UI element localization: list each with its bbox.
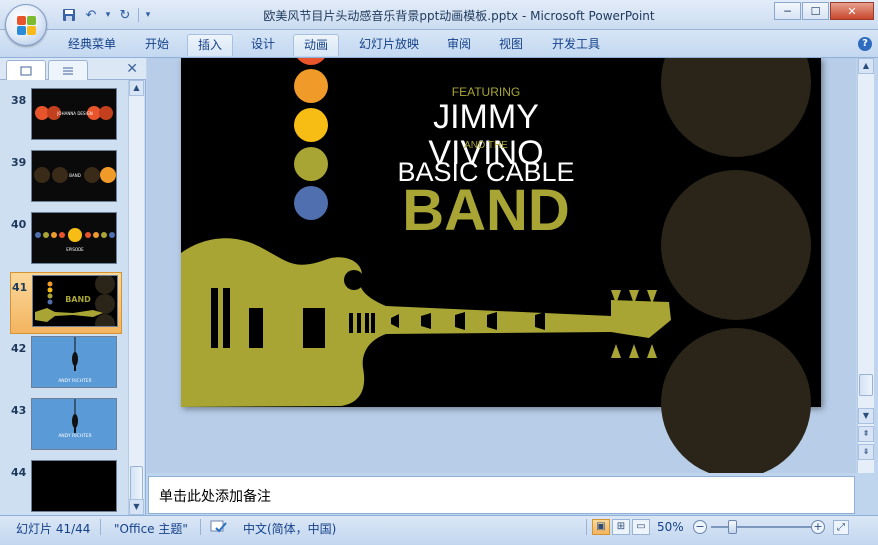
- thumbnail-caption: ANDY RICHTER: [58, 433, 92, 439]
- slide-counter: 幻灯片 41/44: [16, 522, 91, 536]
- status-divider: [200, 519, 201, 535]
- thumbnail-image: [31, 460, 117, 512]
- thumbnail-caption: EPISODE: [66, 247, 84, 252]
- scroll-up-arrow-icon[interactable]: ▲: [858, 58, 874, 74]
- office-button[interactable]: [5, 4, 47, 46]
- dark-circle: [661, 170, 811, 320]
- guitar-graphic: [181, 238, 671, 407]
- slide-number: 42: [11, 342, 27, 355]
- yellow-dot: [294, 108, 328, 142]
- thumbnail-caption: BAND: [65, 295, 91, 304]
- spellcheck-icon[interactable]: [210, 520, 228, 537]
- minimize-button[interactable]: ─: [774, 2, 801, 20]
- previous-slide-icon[interactable]: ⇞: [858, 426, 874, 442]
- dark-circle: [661, 58, 811, 157]
- tab-outline-view[interactable]: [48, 60, 88, 80]
- tab-home[interactable]: 开始: [136, 34, 178, 56]
- thumbnail-image: BAND: [31, 150, 117, 202]
- scroll-down-arrow-icon[interactable]: ▼: [129, 499, 144, 515]
- slide-canvas: FEATURING JIMMY VIVINO AND THE BASIC CAB…: [181, 58, 811, 473]
- slide-sorter-view-icon[interactable]: ⊞: [612, 519, 630, 535]
- slide-thumbnail-selected[interactable]: 41 BAND: [10, 272, 122, 334]
- thumbnail-image: BAND: [32, 275, 118, 327]
- notes-pane[interactable]: 单击此处添加备注: [148, 476, 855, 514]
- slide-number: 43: [11, 404, 27, 417]
- slide-number: 41: [12, 281, 28, 294]
- thumbnail-caption: JOHANNA DESIGN: [56, 111, 92, 116]
- blue-dot: [294, 186, 328, 220]
- orange-dot: [294, 69, 328, 103]
- fit-to-window-icon[interactable]: ⤢: [833, 520, 849, 535]
- olive-dot: [294, 147, 328, 181]
- slides-panel-tabs: ✕: [0, 58, 146, 80]
- slide-number: 44: [11, 466, 27, 479]
- title-bar: ↶ ▾ ↻ ▾ 欧美风节目片头动感音乐背景ppt动画模板.pptx - Micr…: [0, 0, 878, 30]
- slide-thumbnail-list: 38 JOHANNA DESIGN 39 BAND 40 EPISODE 41 …: [0, 80, 128, 515]
- editor-scrollbar[interactable]: ▲ ▼ ⇞ ⇟: [857, 58, 874, 473]
- slide-thumbnail[interactable]: 44: [0, 458, 128, 515]
- zoom-in-button[interactable]: +: [811, 520, 825, 534]
- slides-panel-scrollbar[interactable]: ▲ ▼: [128, 80, 144, 515]
- jimmy-text: JIMMY: [433, 98, 539, 136]
- scroll-thumb[interactable]: [859, 374, 873, 396]
- thumbnail-image: ANDY RICHTER: [31, 336, 117, 388]
- slide-thumbnail[interactable]: 43 ANDY RICHTER: [0, 396, 128, 458]
- zoom-level[interactable]: 50%: [657, 520, 684, 534]
- band-text: BAND: [402, 178, 570, 243]
- slide-thumbnail[interactable]: 42 ANDY RICHTER: [0, 334, 128, 396]
- tab-slides-view[interactable]: [6, 60, 46, 80]
- window-title: 欧美风节目片头动感音乐背景ppt动画模板.pptx - Microsoft Po…: [263, 9, 655, 23]
- thumbnail-image: EPISODE: [31, 212, 117, 264]
- tab-review[interactable]: 审阅: [438, 34, 480, 56]
- dark-circle: [661, 328, 811, 473]
- next-slide-icon[interactable]: ⇟: [858, 444, 874, 460]
- tab-animation[interactable]: 动画: [293, 34, 339, 56]
- tab-developer[interactable]: 开发工具: [544, 34, 608, 56]
- help-icon[interactable]: ?: [858, 37, 872, 51]
- featuring-text: FEATURING: [452, 85, 520, 99]
- outline-icon: [63, 67, 73, 74]
- current-slide[interactable]: FEATURING JIMMY VIVINO AND THE BASIC CAB…: [181, 58, 821, 473]
- zoom-slider-handle[interactable]: [728, 520, 737, 534]
- status-bar: 幻灯片 41/44 "Office 主题" 中文(简体，中国) ▣ ⊞ ▭ 50…: [0, 515, 878, 545]
- tab-classic-menu[interactable]: 经典菜单: [60, 34, 124, 56]
- tab-design[interactable]: 设计: [242, 34, 284, 56]
- zoom-slider-track[interactable]: [711, 526, 811, 528]
- office-logo-icon: [17, 16, 37, 36]
- status-divider: [586, 519, 587, 535]
- slide-thumbnail[interactable]: 38 JOHANNA DESIGN: [0, 86, 128, 148]
- slide-thumbnail[interactable]: 39 BAND: [0, 148, 128, 210]
- thumbnail-image: JOHANNA DESIGN: [31, 88, 117, 140]
- slide-number: 40: [11, 218, 27, 231]
- language-indicator[interactable]: 中文(简体，中国): [243, 520, 336, 537]
- slide-icon: [20, 66, 32, 75]
- thumbnail-image: ANDY RICHTER: [31, 398, 117, 450]
- slide-thumbnail[interactable]: 40 EPISODE: [0, 210, 128, 272]
- tab-insert[interactable]: 插入: [187, 34, 233, 56]
- red-dot: [297, 58, 325, 65]
- close-panel-icon[interactable]: ✕: [126, 61, 138, 77]
- slideshow-view-icon[interactable]: ▭: [632, 519, 650, 535]
- thumbnail-caption: ANDY RICHTER: [58, 378, 92, 384]
- slide-number: 39: [11, 156, 27, 169]
- slides-panel: ✕ 38 JOHANNA DESIGN 39 BAND 40 EPISODE 4…: [0, 58, 146, 515]
- ribbon-tabs: 经典菜单 开始 插入 设计 动画 幻灯片放映 审阅 视图 开发工具 ?: [0, 30, 878, 58]
- status-divider: [100, 519, 101, 535]
- close-button[interactable]: ✕: [830, 2, 874, 20]
- slide-number: 38: [11, 94, 27, 107]
- tab-slideshow[interactable]: 幻灯片放映: [350, 34, 428, 56]
- scroll-up-arrow-icon[interactable]: ▲: [129, 80, 144, 96]
- and-the-text: AND THE: [464, 140, 508, 151]
- scroll-down-arrow-icon[interactable]: ▼: [858, 408, 874, 424]
- theme-name[interactable]: "Office 主题": [114, 520, 188, 537]
- tab-view[interactable]: 视图: [490, 34, 532, 56]
- notes-placeholder: 单击此处添加备注: [159, 489, 271, 505]
- maximize-button[interactable]: ☐: [802, 2, 829, 20]
- window-controls: ─ ☐ ✕: [774, 2, 874, 20]
- slide-editor: FEATURING JIMMY VIVINO AND THE BASIC CAB…: [147, 58, 856, 473]
- zoom-out-button[interactable]: −: [693, 520, 707, 534]
- thumbnail-caption: BAND: [69, 173, 81, 178]
- normal-view-icon[interactable]: ▣: [592, 519, 610, 535]
